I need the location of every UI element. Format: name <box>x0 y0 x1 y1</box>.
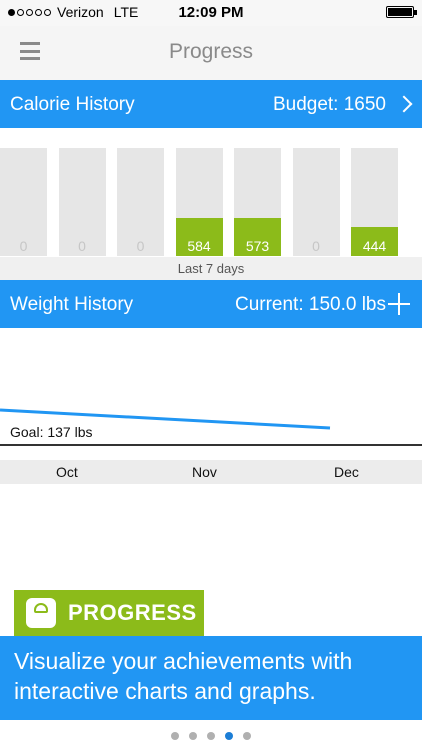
battery-icon <box>386 6 417 18</box>
calorie-bar-label: 0 <box>312 238 320 254</box>
nav-bar: Progress <box>0 26 422 80</box>
status-time: 12:09 PM <box>178 4 244 21</box>
page-dot[interactable] <box>225 732 233 740</box>
weight-chart <box>0 328 422 460</box>
calorie-bar-label: 573 <box>245 238 270 254</box>
calorie-bar: 584 <box>175 148 223 256</box>
page-dot[interactable] <box>243 732 251 740</box>
page-dot[interactable] <box>189 732 197 740</box>
chevron-right-icon[interactable] <box>395 95 413 113</box>
promo-caption: Visualize your achievements with interac… <box>14 648 353 704</box>
weight-history-title: Weight History <box>10 294 134 315</box>
calorie-bar-label: 0 <box>19 238 28 254</box>
page-title: Progress <box>168 40 254 63</box>
weight-history-header[interactable]: Weight History Current: 150.0 lbs <box>0 280 422 328</box>
month-label: Dec <box>334 464 359 480</box>
calorie-bar-label: 0 <box>136 238 145 254</box>
calorie-bar-label: 444 <box>362 238 387 254</box>
scale-icon <box>26 598 56 628</box>
promo-badge-text: PROGRESS <box>68 600 197 625</box>
promo-badge: PROGRESS <box>14 590 204 636</box>
calorie-bar: 0 <box>292 148 340 256</box>
current-weight-label: Current: 150.0 lbs <box>234 294 386 315</box>
calorie-history-title: Calorie History <box>10 94 135 115</box>
month-label: Nov <box>192 464 217 480</box>
calorie-bar: 573 <box>234 148 281 256</box>
last-7-days-caption: Last 7 days <box>0 257 422 281</box>
calorie-bar: 0 <box>58 148 106 256</box>
calorie-bar: 0 <box>0 148 47 256</box>
goal-label: Goal: 137 lbs <box>10 424 93 440</box>
status-bar: Verizon LTE 12:09 PM <box>0 0 422 26</box>
page-indicator[interactable] <box>0 732 422 740</box>
calorie-bar-label: 584 <box>187 238 211 254</box>
page-dot[interactable] <box>207 732 215 740</box>
month-label: Oct <box>56 464 78 480</box>
weight-trend-svg <box>0 408 331 430</box>
calorie-bar-label: 0 <box>78 238 86 254</box>
month-axis: Oct Nov Dec <box>0 460 422 484</box>
budget-label: Budget: 1650 <box>272 94 386 115</box>
page-dot[interactable] <box>171 732 179 740</box>
calorie-bar: 444 <box>351 148 398 256</box>
calorie-history-header[interactable]: Calorie History Budget: 1650 <box>0 80 422 128</box>
promo-banner: Visualize your achievements with interac… <box>0 636 422 720</box>
weight-axis-line <box>0 444 422 446</box>
add-weight-icon[interactable] <box>388 293 410 315</box>
calorie-bar: 0 <box>117 148 164 256</box>
